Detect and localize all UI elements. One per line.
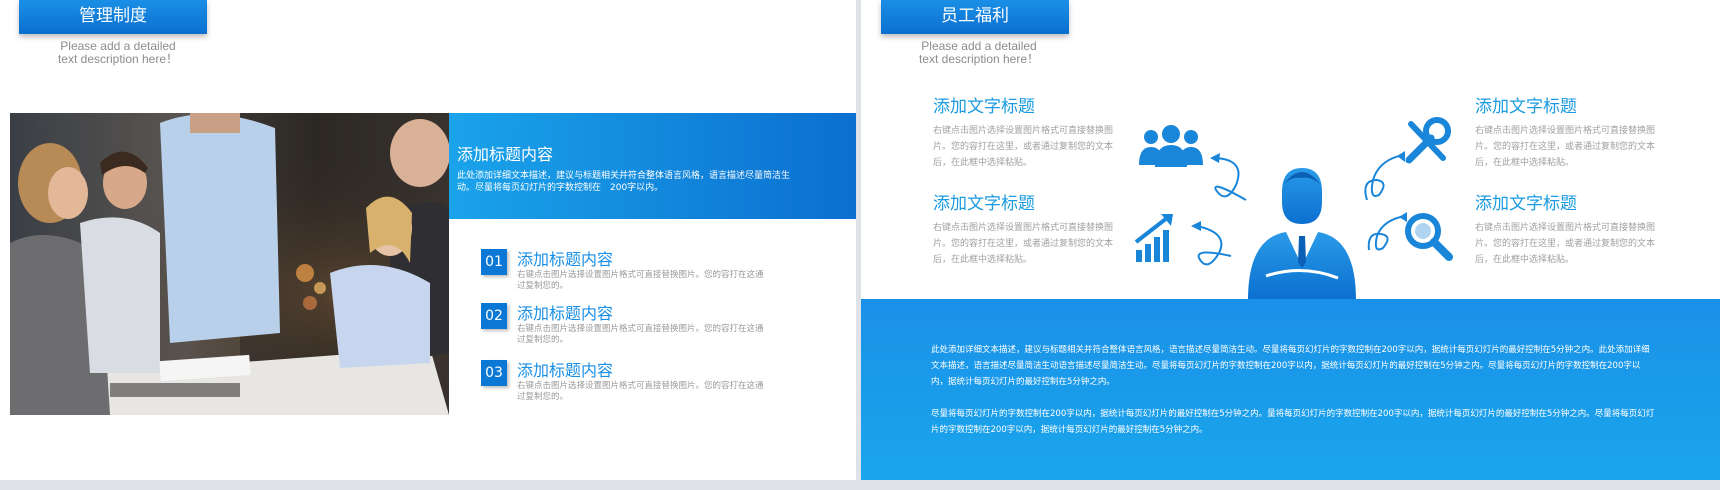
block-heading: 添加文字标题 <box>933 97 1035 117</box>
slide-title: 员工福利 <box>881 0 1069 34</box>
item-title: 添加标题内容 <box>517 361 614 380</box>
item-description: 右键点击图片选择设置图片格式可直接替换图片。您的容打在这通过复制您的。 <box>517 381 764 402</box>
block-description: 右键点击图片选择设置图片格式可直接替换图片。您的容打在这里，或者通过复制您的文本… <box>933 126 1114 168</box>
subtitle-line-2: text description here！ <box>918 52 1040 66</box>
arrow-icon <box>1364 151 1405 201</box>
team-icon <box>1139 125 1203 167</box>
meeting-photo <box>10 113 449 415</box>
slide-subtitle: Please add a detailed text description h… <box>38 40 198 66</box>
block-description: 右键点击图片选择设置图片格式可直接替换图片。您的容打在这里，或者通过复制您的文本… <box>933 223 1114 265</box>
item-title: 添加标题内容 <box>517 304 614 323</box>
band-paragraph-1: 此处添加详细文本描述，建议与标题相关并符合整体语言风格，语言描述尽量简洁生动。尽… <box>931 345 1650 387</box>
panel-description: 此处添加详细文本描述，建议与标题相关并符合整体语言风格，语言描述尽量简洁生动。尽… <box>457 171 791 193</box>
block-description: 右键点击图片选择设置图片格式可直接替换图片。您的容打在这里，或者通过复制您的文本… <box>1475 223 1656 265</box>
slide-title: 管理制度 <box>19 0 207 34</box>
description-band: 此处添加详细文本描述，建议与标题相关并符合整体语言风格，语言描述尽量简洁生动。尽… <box>861 299 1720 480</box>
arrow-icon <box>1367 212 1407 251</box>
number-badge: 02 <box>481 303 507 329</box>
arrow-icon <box>1191 221 1232 266</box>
item-description: 右键点击图片选择设置图片格式可直接替换图片。您的容打在这通过复制您的。 <box>517 324 764 345</box>
subtitle-line-2: text description here！ <box>57 52 179 66</box>
growth-chart-icon <box>1134 214 1173 262</box>
block-description: 右键点击图片选择设置图片格式可直接替换图片。您的容打在这里，或者通过复制您的文本… <box>1475 126 1656 168</box>
panel-heading: 添加标题内容 <box>457 145 554 164</box>
number-badge: 03 <box>481 360 507 386</box>
summary-panel: 添加标题内容 此处添加详细文本描述，建议与标题相关并符合整体语言风格，语言描述尽… <box>449 113 856 219</box>
slide-management: 管理制度 Please add a detailed text descript… <box>0 0 856 480</box>
slide-benefits: 员工福利 Please add a detailed text descript… <box>861 0 1720 480</box>
meeting-photo-art <box>10 113 449 415</box>
block-heading: 添加文字标题 <box>933 194 1035 214</box>
band-paragraph-2: 尽量将每页幻灯片的字数控制在200字以内，据统计每页幻灯片的最好控制在5分钟之内… <box>931 409 1655 435</box>
number-badge: 01 <box>481 249 507 275</box>
block-heading: 添加文字标题 <box>1475 194 1577 214</box>
businessman-icon <box>1248 168 1356 300</box>
slide-subtitle: Please add a detailed text description h… <box>899 40 1059 66</box>
item-description: 右键点击图片选择设置图片格式可直接替换图片。您的容打在这通过复制您的。 <box>517 270 764 291</box>
block-heading: 添加文字标题 <box>1475 97 1577 117</box>
item-title: 添加标题内容 <box>517 250 614 269</box>
